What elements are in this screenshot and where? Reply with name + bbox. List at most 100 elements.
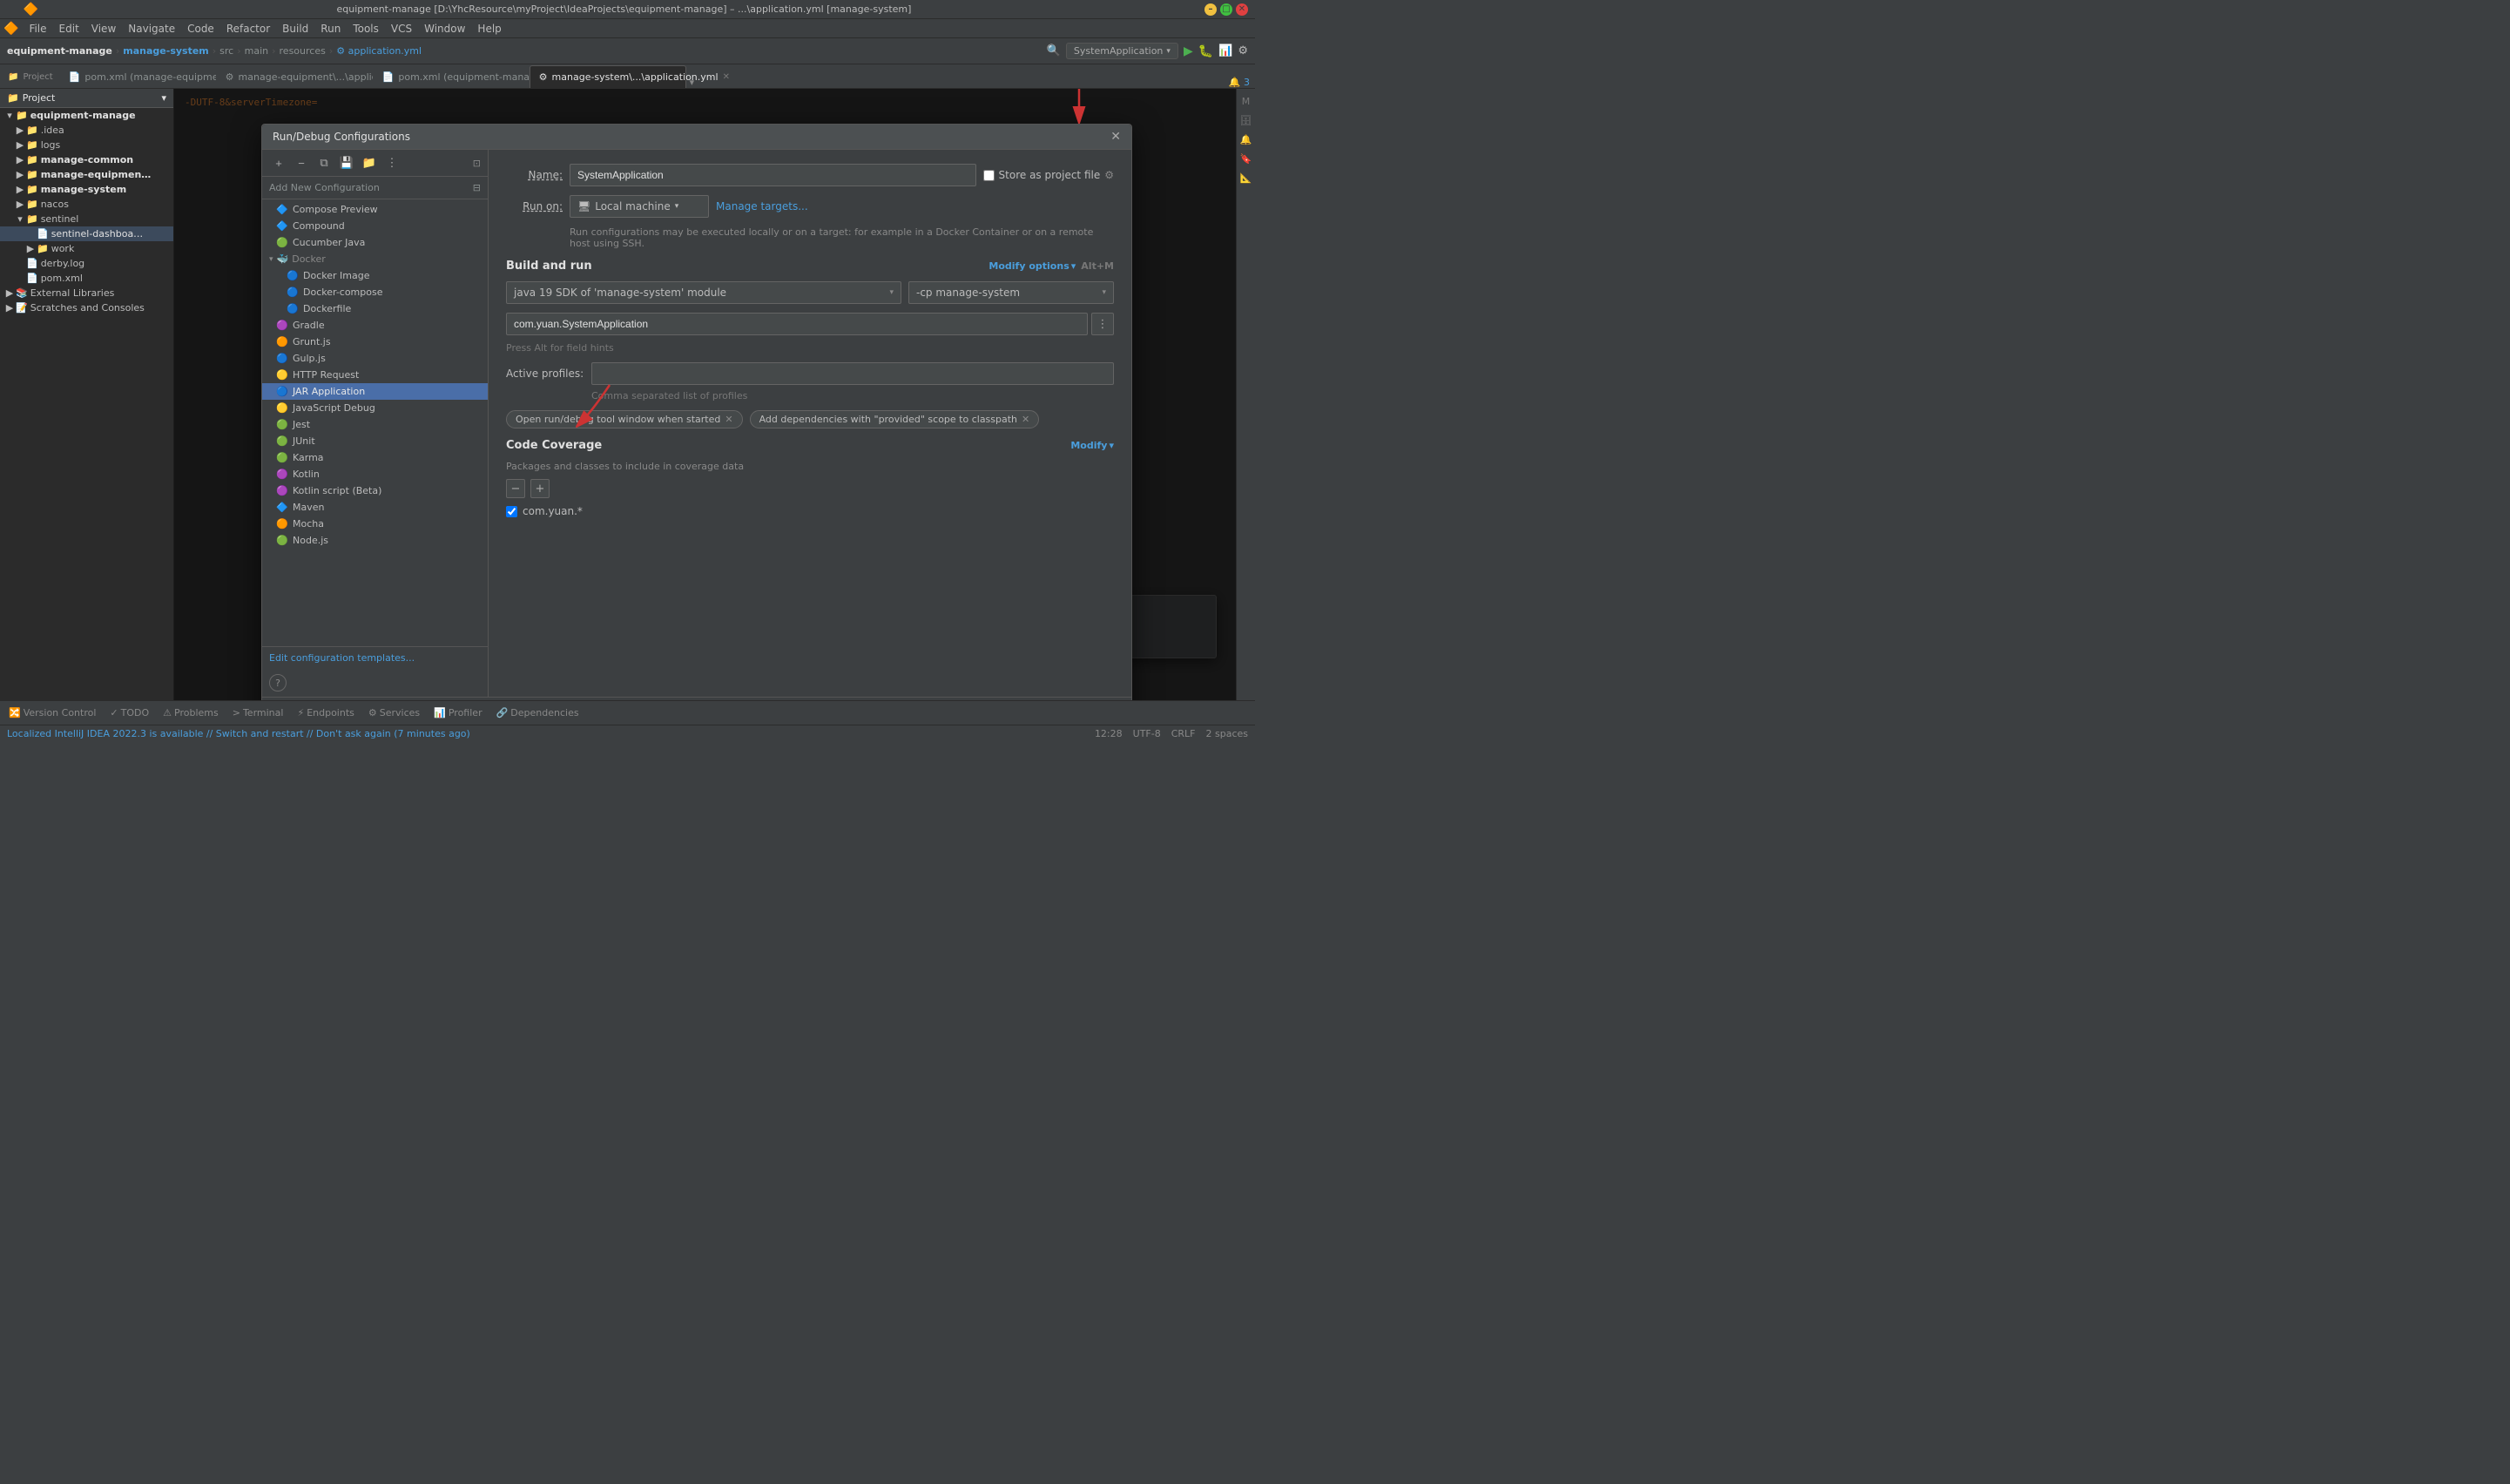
settings-icon[interactable]: ⚙ [1238, 44, 1248, 57]
tree-item-idea[interactable]: ▶ 📁 .idea [0, 123, 173, 138]
config-item-jest[interactable]: 🟢 Jest [262, 416, 488, 433]
tab-close-app-yml-system[interactable]: ✕ [723, 72, 730, 82]
copy-config-btn[interactable]: ⧉ [314, 153, 334, 172]
tab-pom-manage[interactable]: 📄 pom.xml (equipment-manage) ✕ [373, 65, 530, 88]
breadcrumb-item-resources[interactable]: resources [280, 45, 326, 57]
menu-edit[interactable]: Edit [54, 21, 84, 37]
debug-btn[interactable]: 🐛 [1198, 44, 1213, 58]
sdk-select[interactable]: java 19 SDK of 'manage-system' module ▾ [506, 281, 901, 304]
dialog-close-btn[interactable]: ✕ [1110, 130, 1121, 144]
browse-main-class-btn[interactable]: ⋮ [1091, 313, 1114, 335]
help-btn[interactable]: ? [269, 674, 287, 691]
notifications-side-icon[interactable]: 🔔 [1238, 131, 1255, 148]
config-item-kotlin[interactable]: 🟣 Kotlin [262, 466, 488, 482]
menu-tools[interactable]: Tools [347, 21, 384, 37]
edit-templates-link[interactable]: Edit configuration templates... [262, 646, 488, 669]
modify-options-link[interactable]: Modify options ▾ Alt+M [988, 260, 1114, 272]
breadcrumb-item-src[interactable]: src [219, 45, 233, 57]
tab-app-yml-equipment[interactable]: ⚙ manage-equipment\...\application.yml ✕ [216, 65, 373, 88]
config-item-maven[interactable]: 🔷 Maven [262, 499, 488, 516]
coverage-add-btn[interactable]: + [530, 479, 550, 498]
tab-project[interactable]: 📁 Project [2, 65, 59, 88]
tree-item-manage-common[interactable]: ▶ 📁 manage-common [0, 152, 173, 167]
folder-config-btn[interactable]: 📁 [360, 153, 379, 172]
config-item-compose-preview[interactable]: 🔷 Compose Preview [262, 201, 488, 218]
menu-window[interactable]: Window [419, 21, 470, 37]
bottom-todo[interactable]: ✓ TODO [105, 705, 154, 720]
config-item-compound[interactable]: 🔷 Compound [262, 218, 488, 234]
config-item-gulpjs[interactable]: 🔵 Gulp.js [262, 350, 488, 367]
tree-item-work[interactable]: ▶ 📁 work [0, 241, 173, 256]
tree-item-logs[interactable]: ▶ 📁 logs [0, 138, 173, 152]
config-item-nodejs[interactable]: 🟢 Node.js [262, 532, 488, 549]
tree-item-external-libs[interactable]: ▶ 📚 External Libraries [0, 286, 173, 300]
status-encoding[interactable]: UTF-8 [1133, 728, 1161, 739]
sort-config-btn[interactable]: ⋮ [382, 153, 401, 172]
structure-side-icon[interactable]: 📐 [1238, 169, 1255, 186]
status-message[interactable]: Localized IntelliJ IDEA 2022.3 is availa… [7, 728, 470, 739]
modify-coverage-link[interactable]: Modify ▾ [1070, 440, 1114, 451]
config-section-docker[interactable]: ▾ 🐳 Docker [262, 251, 488, 267]
menu-refactor[interactable]: Refactor [221, 21, 275, 37]
config-item-js-debug[interactable]: 🟡 JavaScript Debug [262, 400, 488, 416]
tab-overflow-btn[interactable]: ▾ [690, 77, 695, 88]
expand-icon[interactable]: ⊡ [473, 158, 481, 169]
bottom-endpoints[interactable]: ⚡ Endpoints [292, 705, 359, 720]
bottom-services[interactable]: ⚙ Services [363, 705, 425, 720]
tree-item-sentinel[interactable]: ▾ 📁 sentinel [0, 212, 173, 226]
search-icon[interactable]: 🔍 [1047, 44, 1061, 57]
notifications-badge[interactable]: 🔔 3 [1229, 77, 1250, 88]
menu-help[interactable]: Help [472, 21, 506, 37]
config-item-jar-application[interactable]: 🔵 JAR Application [262, 383, 488, 400]
menu-build[interactable]: Build [277, 21, 314, 37]
tree-item-pom[interactable]: 📄 pom.xml [0, 271, 173, 286]
config-item-gradle[interactable]: 🟣 Gradle [262, 317, 488, 334]
bottom-problems[interactable]: ⚠ Problems [158, 705, 224, 720]
config-item-kotlin-script[interactable]: 🟣 Kotlin script (Beta) [262, 482, 488, 499]
tag-close-add-deps[interactable]: ✕ [1022, 414, 1029, 425]
tree-item-sentinel-dashboard[interactable]: 📄 sentinel-dashboa… [0, 226, 173, 241]
run-btn[interactable]: ▶ [1184, 44, 1193, 58]
remove-config-btn[interactable]: − [292, 153, 311, 172]
close-btn[interactable]: ✕ [1236, 3, 1248, 16]
profile-btn[interactable]: 📊 [1218, 44, 1232, 57]
bookmarks-side-icon[interactable]: 🔖 [1238, 150, 1255, 167]
config-item-docker-image[interactable]: 🔵 Docker Image [262, 267, 488, 284]
tree-item-derby-log[interactable]: 📄 derby.log [0, 256, 173, 271]
status-line-sep[interactable]: CRLF [1171, 728, 1196, 739]
tree-item-scratches[interactable]: ▶ 📝 Scratches and Consoles [0, 300, 173, 315]
bottom-version-control[interactable]: 🔀 Version Control [3, 705, 101, 720]
profiles-input[interactable] [591, 362, 1114, 385]
database-side-icon[interactable]: 🗄 [1238, 111, 1255, 129]
bottom-terminal[interactable]: > Terminal [227, 705, 289, 720]
config-item-gruntjs[interactable]: 🟠 Grunt.js [262, 334, 488, 350]
menu-file[interactable]: File [24, 21, 51, 37]
config-item-docker-compose[interactable]: 🔵 Docker-compose [262, 284, 488, 300]
config-item-cucumber-java[interactable]: 🟢 Cucumber Java [262, 234, 488, 251]
coverage-remove-btn[interactable]: − [506, 479, 525, 498]
breadcrumb-item-file[interactable]: ⚙ application.yml [336, 45, 422, 57]
tree-item-manage-system[interactable]: ▶ 📁 manage-system [0, 182, 173, 197]
store-project-settings-icon[interactable]: ⚙ [1104, 169, 1114, 181]
tree-item-nacos[interactable]: ▶ 📁 nacos [0, 197, 173, 212]
tab-pom-equipment[interactable]: 📄 pom.xml (manage-equipment) ✕ [59, 65, 216, 88]
classpath-select[interactable]: -cp manage-system ▾ [908, 281, 1114, 304]
menu-navigate[interactable]: Navigate [123, 21, 180, 37]
tree-item-equipment-manage[interactable]: ▾ 📁 equipment-manage [0, 108, 173, 123]
name-input[interactable] [570, 164, 976, 186]
bottom-profiler[interactable]: 📊 Profiler [428, 705, 487, 720]
config-item-mocha[interactable]: 🟠 Mocha [262, 516, 488, 532]
main-class-input[interactable] [506, 313, 1088, 335]
store-project-checkbox[interactable] [983, 170, 995, 181]
breadcrumb-item-equipment-manage[interactable]: equipment-manage [7, 45, 112, 57]
config-item-karma[interactable]: 🟢 Karma [262, 449, 488, 466]
coverage-checkbox[interactable] [506, 506, 517, 517]
run-on-select[interactable]: 🖥 Local machine ▾ [570, 195, 709, 218]
breadcrumb-item-manage-system[interactable]: manage-system [123, 45, 208, 57]
expand-all-btn[interactable]: ⊟ [473, 182, 481, 193]
manage-targets-link[interactable]: Manage targets... [716, 200, 808, 212]
add-config-btn[interactable]: + [269, 153, 288, 172]
run-config-dropdown[interactable]: SystemApplication ▾ [1066, 43, 1178, 59]
maximize-btn[interactable]: □ [1220, 3, 1232, 16]
maven-side-icon[interactable]: M [1238, 92, 1255, 110]
